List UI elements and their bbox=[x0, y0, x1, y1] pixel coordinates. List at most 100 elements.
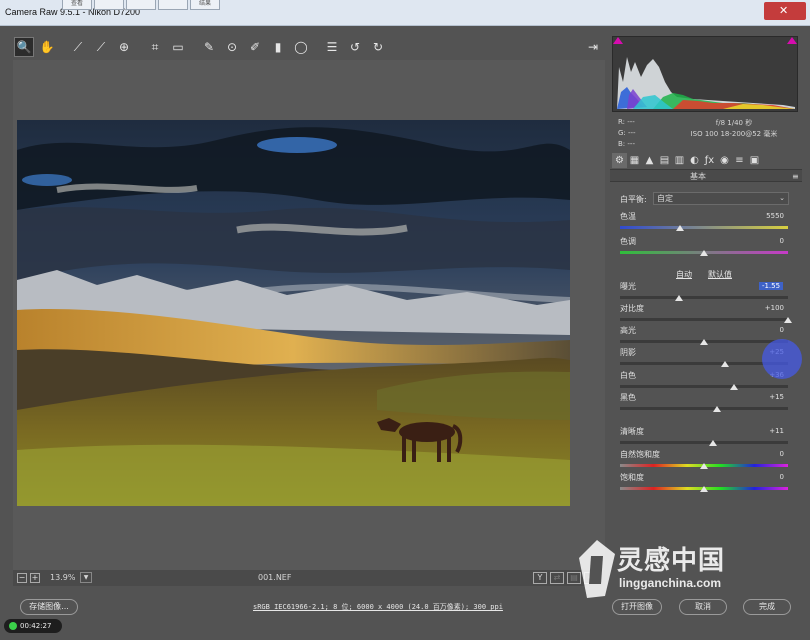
capture-tab[interactable] bbox=[158, 0, 188, 10]
slider-value-exposure[interactable]: -1.55 bbox=[759, 282, 783, 290]
preferences-tool-icon[interactable]: ☰ bbox=[322, 37, 342, 57]
panel-tab-9-icon[interactable]: ▣ bbox=[747, 153, 762, 168]
slider-thumb-shadows[interactable] bbox=[721, 361, 729, 367]
cancel-button[interactable]: 取消 bbox=[679, 599, 727, 615]
slider-value-clarity[interactable]: +11 bbox=[744, 427, 784, 435]
toolbar: 🔍 ✋ ⟋ ⟋ ⊕ ⌗ ▭ ✎ ⊙ ✐ ▮ ◯ ☰ ↺ ↻ bbox=[14, 36, 604, 58]
straighten-tool-icon[interactable]: ▭ bbox=[168, 37, 188, 57]
slider-track-clarity[interactable] bbox=[620, 441, 788, 444]
watermark-url: lingganchina.com bbox=[619, 576, 722, 590]
default-link[interactable]: 默认值 bbox=[708, 269, 732, 280]
rotate-right-tool-icon[interactable]: ↻ bbox=[368, 37, 388, 57]
slider-thumb-saturation[interactable] bbox=[700, 486, 708, 492]
minimize-button[interactable] bbox=[742, 4, 762, 18]
slider-value-contrast[interactable]: +100 bbox=[744, 304, 784, 312]
targeted-adjustment-tool-icon[interactable]: ⊕ bbox=[114, 37, 134, 57]
photo-preview[interactable] bbox=[17, 120, 570, 506]
histogram bbox=[612, 36, 798, 112]
panel-tab-1-icon[interactable]: ▦ bbox=[627, 153, 642, 168]
auto-link[interactable]: 自动 bbox=[676, 269, 692, 280]
slider-thumb-blacks[interactable] bbox=[712, 406, 721, 412]
panel-tab-8-icon[interactable]: ≡ bbox=[732, 153, 747, 168]
white-balance-label: 白平衡: bbox=[620, 195, 647, 204]
capture-tab[interactable]: 查看 bbox=[62, 0, 92, 10]
exif-info: f/8 1/40 秒 ISO 100 18-200@52 毫米 bbox=[674, 118, 794, 140]
file-name: 001.NEF bbox=[258, 573, 292, 582]
workflow-options-link[interactable]: sRGB IEC61966-2.1; 8 位; 6000 x 4000 (24.… bbox=[253, 602, 503, 612]
slider-thumb-temp[interactable] bbox=[676, 225, 685, 231]
rotate-left-tool-icon[interactable]: ↺ bbox=[345, 37, 365, 57]
white-balance-value: 自定 bbox=[657, 194, 673, 203]
capture-tab-strip: 查看 结果 bbox=[62, 0, 222, 10]
maximize-button[interactable] bbox=[720, 4, 740, 18]
slider-thumb-exposure[interactable] bbox=[674, 295, 683, 301]
timer-value: 00:42:27 bbox=[20, 622, 52, 630]
slider-thumb-vibrance[interactable] bbox=[700, 463, 708, 469]
blue-value: B: --- bbox=[618, 140, 635, 148]
panel-tab-0-icon[interactable]: ⚙ bbox=[612, 153, 627, 168]
bottom-bar bbox=[0, 590, 810, 640]
done-button[interactable]: 完成 bbox=[743, 599, 791, 615]
spot-removal-tool-icon[interactable]: ✎ bbox=[199, 37, 219, 57]
zoom-tool-icon[interactable]: 🔍 bbox=[14, 37, 34, 57]
zoom-out-button[interactable]: − bbox=[17, 573, 27, 583]
slider-track-exposure[interactable] bbox=[620, 296, 788, 299]
slider-track-blacks[interactable] bbox=[620, 407, 788, 410]
slider-value-temp[interactable]: 5550 bbox=[744, 212, 784, 220]
panel-tab-6-icon[interactable]: ƒx bbox=[702, 153, 717, 168]
rgb-exif-readout: R: --- G: --- B: --- f/8 1/40 秒 ISO 100 … bbox=[612, 113, 798, 151]
slider-thumb-tint[interactable] bbox=[700, 250, 708, 256]
close-button[interactable] bbox=[764, 2, 806, 20]
panel-tab-4-icon[interactable]: ▥ bbox=[672, 153, 687, 168]
slider-thumb-clarity[interactable] bbox=[709, 440, 718, 446]
open-image-button[interactable]: 打开图像 bbox=[612, 599, 662, 615]
green-value: G: --- bbox=[618, 129, 636, 137]
shadow-clipping-warning-icon[interactable] bbox=[613, 37, 623, 44]
slider-track-whites[interactable] bbox=[620, 385, 788, 388]
adjustment-brush-tool-icon[interactable]: ✐ bbox=[245, 37, 265, 57]
recording-timer: 00:42:27 bbox=[4, 619, 62, 633]
hand-tool-icon[interactable]: ✋ bbox=[37, 37, 57, 57]
panel-tab-3-icon[interactable]: ▤ bbox=[657, 153, 672, 168]
before-after-toggle[interactable]: Y bbox=[533, 572, 547, 584]
view-swap-icon[interactable]: ⇄ bbox=[550, 572, 564, 584]
zoom-dropdown[interactable]: ▼ bbox=[80, 572, 92, 583]
capture-tab[interactable] bbox=[94, 0, 124, 10]
white-balance-select[interactable]: 自定 ⌄ bbox=[653, 192, 789, 205]
crop-tool-icon[interactable]: ⌗ bbox=[145, 37, 165, 57]
slider-track-contrast[interactable] bbox=[620, 318, 788, 321]
slider-track-temp[interactable] bbox=[620, 226, 788, 229]
zoom-in-button[interactable]: + bbox=[30, 573, 40, 583]
red-value: R: --- bbox=[618, 118, 635, 126]
slider-label-saturation: 饱和度 bbox=[620, 473, 644, 482]
panel-tab-2-icon[interactable]: ▲ bbox=[642, 153, 657, 168]
radial-filter-tool-icon[interactable]: ◯ bbox=[291, 37, 311, 57]
capture-tab[interactable]: 结果 bbox=[190, 0, 220, 10]
slider-thumb-contrast[interactable] bbox=[784, 317, 792, 323]
slider-thumb-whites[interactable] bbox=[730, 384, 739, 390]
slider-value-highlights[interactable]: 0 bbox=[744, 326, 784, 334]
capture-tab[interactable] bbox=[126, 0, 156, 10]
slider-value-blacks[interactable]: +15 bbox=[744, 393, 784, 401]
highlight-clipping-warning-icon[interactable] bbox=[787, 37, 797, 44]
title-bar: Camera Raw 9.5.1 - Nikon D7200 查看 结果 bbox=[0, 0, 810, 26]
cursor-highlight bbox=[762, 339, 802, 379]
panel-tab-5-icon[interactable]: ◐ bbox=[687, 153, 702, 168]
slider-value-saturation[interactable]: 0 bbox=[744, 473, 784, 481]
slider-label-clarity: 清晰度 bbox=[620, 427, 644, 436]
slider-thumb-highlights[interactable] bbox=[700, 339, 708, 345]
panel-tab-7-icon[interactable]: ◉ bbox=[717, 153, 732, 168]
red-eye-tool-icon[interactable]: ⊙ bbox=[222, 37, 242, 57]
panel-title: 基本 bbox=[690, 172, 706, 181]
white-balance-tool-icon[interactable]: ⟋ bbox=[68, 37, 88, 57]
save-image-button[interactable]: 存储图像... bbox=[20, 599, 78, 615]
color-sampler-tool-icon[interactable]: ⟋ bbox=[91, 37, 111, 57]
graduated-filter-tool-icon[interactable]: ▮ bbox=[268, 37, 288, 57]
slider-label-blacks: 黑色 bbox=[620, 393, 636, 402]
panel-menu-icon[interactable]: ≡ bbox=[792, 172, 799, 181]
open-preferences-icon[interactable]: ⇥ bbox=[583, 37, 603, 57]
slider-value-vibrance[interactable]: 0 bbox=[744, 450, 784, 458]
record-status-icon bbox=[9, 622, 17, 630]
chevron-down-icon: ⌄ bbox=[779, 194, 785, 202]
slider-value-tint[interactable]: 0 bbox=[744, 237, 784, 245]
